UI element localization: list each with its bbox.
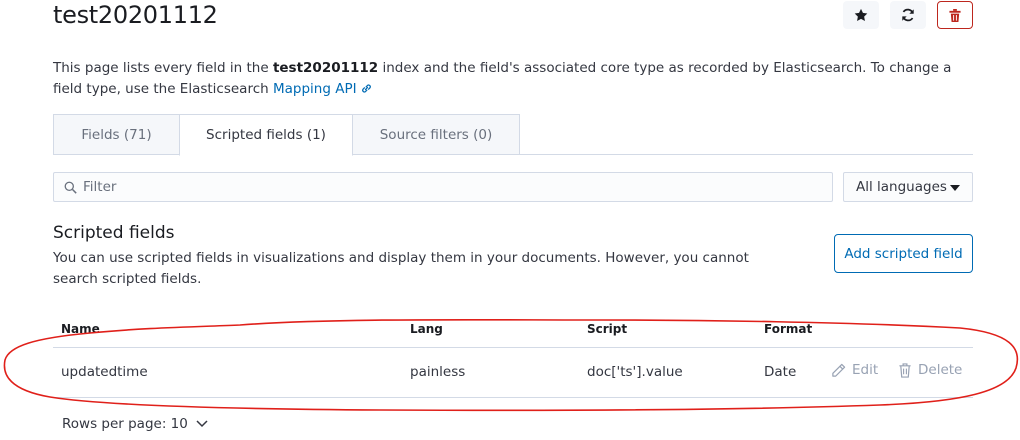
trash-icon	[949, 8, 961, 22]
caret-down-icon	[950, 185, 960, 191]
index-name: test20201112	[272, 60, 379, 76]
scripted-fields-table: Name Lang Script Format updatedtime pain…	[53, 318, 973, 398]
language-select-value: All languages	[856, 179, 947, 195]
page-description: This page lists every field in the test2…	[53, 58, 973, 100]
cell-script: doc['ts'].value	[587, 364, 683, 380]
tab-source-filters[interactable]: Source filters (0)	[352, 114, 520, 155]
language-select[interactable]: All languages	[843, 172, 973, 202]
tab-fields[interactable]: Fields (71)	[53, 114, 180, 155]
section-title: Scripted fields	[53, 223, 175, 243]
rows-per-page-button[interactable]: Rows per page: 10	[62, 416, 208, 432]
filter-input[interactable]	[77, 179, 777, 195]
favorite-button[interactable]	[843, 1, 879, 29]
star-icon	[854, 8, 868, 21]
cell-name: updatedtime	[61, 364, 148, 380]
intro-text-start: This page lists every field in the	[53, 60, 273, 76]
chevron-down-icon	[196, 420, 208, 428]
delete-button[interactable]: Delete	[898, 362, 962, 378]
cell-lang: painless	[410, 364, 466, 380]
edit-label: Edit	[852, 362, 879, 378]
pencil-icon	[832, 363, 846, 377]
tab-scripted-fields[interactable]: Scripted fields (1)	[179, 114, 353, 156]
cell-format: Date	[764, 364, 797, 380]
link-icon	[361, 84, 371, 93]
edit-button[interactable]: Edit	[831, 362, 878, 378]
tab-bar: Fields (71) Scripted fields (1) Source f…	[53, 114, 973, 156]
mapping-api-link[interactable]: Mapping API	[273, 81, 372, 97]
column-header-format[interactable]: Format	[764, 322, 812, 336]
refresh-button[interactable]	[890, 1, 926, 29]
page-title: test20201112	[53, 1, 218, 29]
delete-label: Delete	[918, 362, 963, 378]
delete-index-button[interactable]	[937, 1, 973, 29]
table-header: Name Lang Script Format	[53, 318, 973, 348]
search-icon	[64, 181, 77, 194]
column-header-script[interactable]: Script	[587, 322, 627, 336]
add-scripted-field-button[interactable]: Add scripted field	[834, 234, 973, 273]
section-description: You can use scripted fields in visualiza…	[53, 250, 749, 287]
refresh-icon	[902, 8, 914, 22]
rows-per-page-label: Rows per page: 10	[62, 416, 188, 432]
filter-field	[53, 172, 833, 202]
column-header-name[interactable]: Name	[61, 322, 100, 336]
table-row: updatedtime painless doc['ts'].value Dat…	[53, 348, 973, 398]
column-header-lang[interactable]: Lang	[410, 322, 443, 336]
trash-icon	[899, 362, 911, 378]
